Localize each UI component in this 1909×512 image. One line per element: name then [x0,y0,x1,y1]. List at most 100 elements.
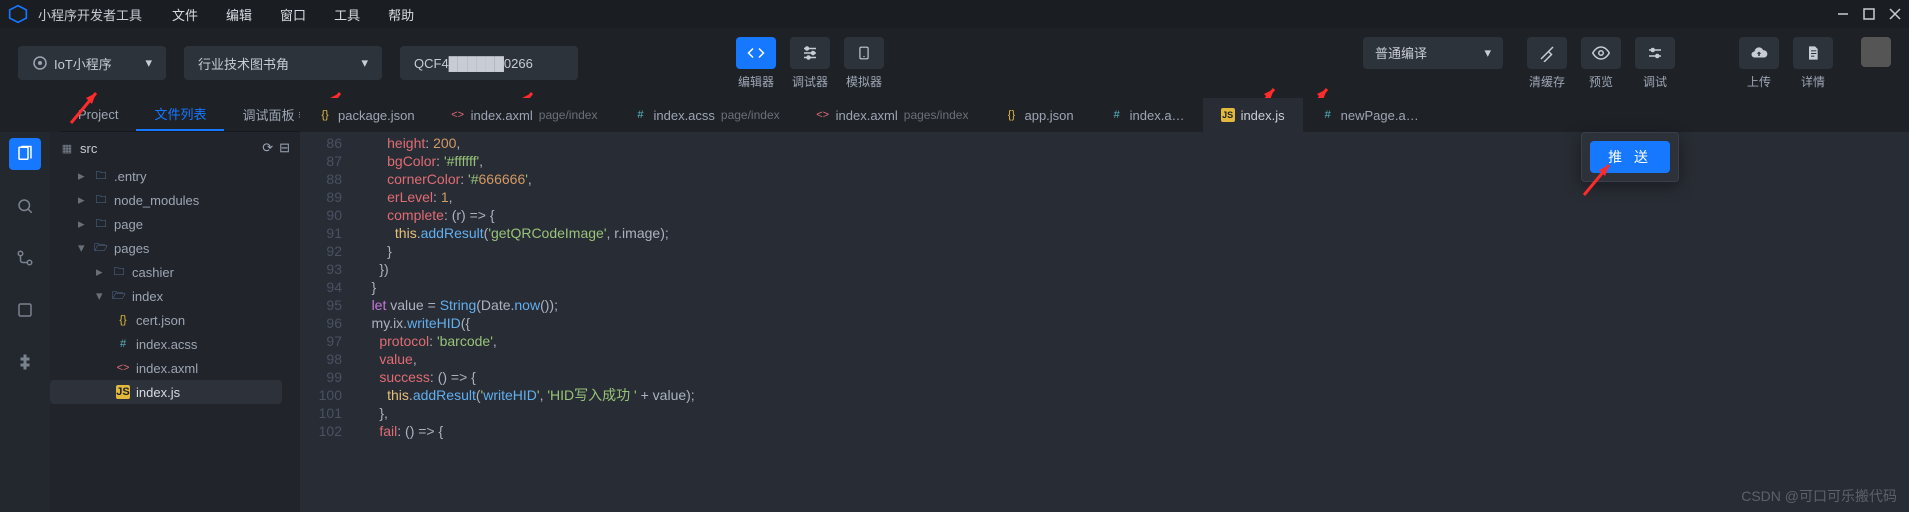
sliders-icon [801,44,819,62]
hash-icon: # [633,108,647,122]
appid-field[interactable]: QCF4██████0266 [400,46,578,80]
menu-tools[interactable]: 工具 [334,5,360,24]
maximize-icon[interactable] [1863,8,1875,20]
main-area: ▦ src ⟳ ⊟ ▸🗀.entry ▸🗀node_modules ▸🗀page… [0,132,1909,512]
upload-button[interactable]: 上传 [1739,37,1779,90]
braces-icon: {} [318,108,332,122]
compile-mode-dropdown[interactable]: 普通编译 ▾ [1363,37,1503,69]
editor-tab[interactable]: <>index.axmlpage/index [433,98,616,132]
editor-tab[interactable]: <>index.axmlpages/index [798,98,987,132]
menu-help[interactable]: 帮助 [388,5,414,24]
source-control-icon[interactable] [9,242,41,274]
minimize-icon[interactable] [1837,8,1849,20]
tree-folder[interactable]: ▸🗀.entry [50,164,300,188]
menu-window[interactable]: 窗口 [280,5,306,24]
tree-folder[interactable]: ▸🗀node_modules [50,188,300,212]
root-icon: ▦ [60,141,74,155]
document-icon [1805,44,1821,62]
editor-tab-active[interactable]: JSindex.js [1203,98,1303,132]
code-icon [747,44,765,62]
caret-down-icon: ▾ [361,55,368,71]
toolbar: IoT小程序 ▾ 行业技术图书角 ▾ QCF4██████0266 编辑器 调试… [0,28,1909,98]
file-explorer: ▦ src ⟳ ⊟ ▸🗀.entry ▸🗀node_modules ▸🗀page… [50,132,300,512]
debugger-button[interactable]: 调试器 [790,37,830,90]
tag-icon: <> [116,361,130,375]
tag-icon: <> [816,108,830,122]
hash-icon: # [1321,108,1335,122]
caret-down-icon: ▾ [145,55,152,71]
folder-open-icon: 🗁 [112,289,126,303]
platform-dropdown[interactable]: IoT小程序 ▾ [18,46,166,80]
activity-bar [0,132,50,512]
editor-tab[interactable]: {}app.json [986,98,1091,132]
folder-icon: 🗀 [94,193,108,207]
folder-icon: 🗀 [112,265,126,279]
menubar: 文件 编辑 窗口 工具 帮助 [172,5,414,24]
right-tool-group: 清缓存 预览 调试 [1527,37,1675,90]
tree-file[interactable]: {}cert.json [50,308,300,332]
js-icon: JS [1221,108,1235,122]
folder-open-icon: 🗁 [94,241,108,255]
menu-file[interactable]: 文件 [172,5,198,24]
explorer-icon[interactable] [9,138,41,170]
tree-file-selected[interactable]: JSindex.js [50,380,282,404]
editor-tabs: {}package.json <>index.axmlpage/index #i… [300,98,1909,132]
push-popover: 推 送 [1581,132,1679,182]
braces-icon: {} [1004,108,1018,122]
editor-tab[interactable]: #newPage.a… [1303,98,1437,132]
simulator-button[interactable]: 模拟器 [844,37,884,90]
search-icon[interactable] [9,190,41,222]
tab-filelist[interactable]: 文件列表 [136,98,224,131]
close-icon[interactable] [1889,8,1901,20]
watermark: CSDN @可口可乐搬代码 [1741,486,1897,506]
brush-icon [1538,44,1556,62]
editor-tab[interactable]: {}package.json [300,98,433,132]
js-icon: JS [116,385,130,399]
file-pane-header: ▦ src ⟳ ⊟ [50,136,300,160]
tree-folder[interactable]: ▸🗀page [50,212,300,236]
center-tool-group: 编辑器 调试器 模拟器 [736,37,884,90]
cloud-upload-icon [1750,44,1768,62]
app-logo-icon [8,4,28,24]
tab-project[interactable]: Project [60,98,136,131]
collapse-icon[interactable]: ⊟ [279,140,290,156]
sliders-icon [1646,44,1664,62]
far-tool-group: 上传 详情 [1739,37,1833,90]
code-editor[interactable]: 8687888990919293949596979899100101102 he… [300,132,1909,512]
code-content[interactable]: height: 200, bgColor: '#ffffff', cornerC… [356,132,1909,512]
device-icon [857,44,871,62]
user-avatar[interactable] [1861,37,1891,67]
menu-edit[interactable]: 编辑 [226,5,252,24]
project-dropdown[interactable]: 行业技术图书角 ▾ [184,46,382,80]
caret-down-icon: ▾ [1484,45,1491,61]
folder-icon: 🗀 [94,217,108,231]
titlebar: 小程序开发者工具 文件 编辑 窗口 工具 帮助 [0,0,1909,28]
tree-file[interactable]: <>index.axml [50,356,300,380]
root-label: src [80,141,97,156]
extensions-icon[interactable] [9,346,41,378]
tag-icon: <> [451,108,465,122]
window-controls [1837,8,1901,20]
hash-icon: # [1110,108,1124,122]
braces-icon: {} [116,313,130,327]
tree-folder-open[interactable]: ▾🗁pages [50,236,300,260]
debug-button[interactable]: 调试 [1635,37,1675,90]
line-gutter: 8687888990919293949596979899100101102 [300,132,356,512]
push-button[interactable]: 推 送 [1590,141,1670,173]
editor-tab[interactable]: #index.a… [1092,98,1203,132]
tree-folder-open[interactable]: ▾🗁index [50,284,300,308]
refresh-icon[interactable]: ⟳ [262,140,273,156]
hash-icon: # [116,337,130,351]
tree-file[interactable]: #index.acss [50,332,300,356]
editor-button[interactable]: 编辑器 [736,37,776,90]
details-button[interactable]: 详情 [1793,37,1833,90]
file-tree: ▸🗀.entry ▸🗀node_modules ▸🗀page ▾🗁pages ▸… [50,160,300,408]
editor-tab[interactable]: #index.acsspage/index [615,98,797,132]
tree-folder[interactable]: ▸🗀cashier [50,260,300,284]
eye-icon [1592,44,1610,62]
clear-cache-button[interactable]: 清缓存 [1527,37,1567,90]
platform-icon [32,55,48,71]
preview-button[interactable]: 预览 [1581,37,1621,90]
storage-icon[interactable] [9,294,41,326]
app-title: 小程序开发者工具 [38,5,142,24]
